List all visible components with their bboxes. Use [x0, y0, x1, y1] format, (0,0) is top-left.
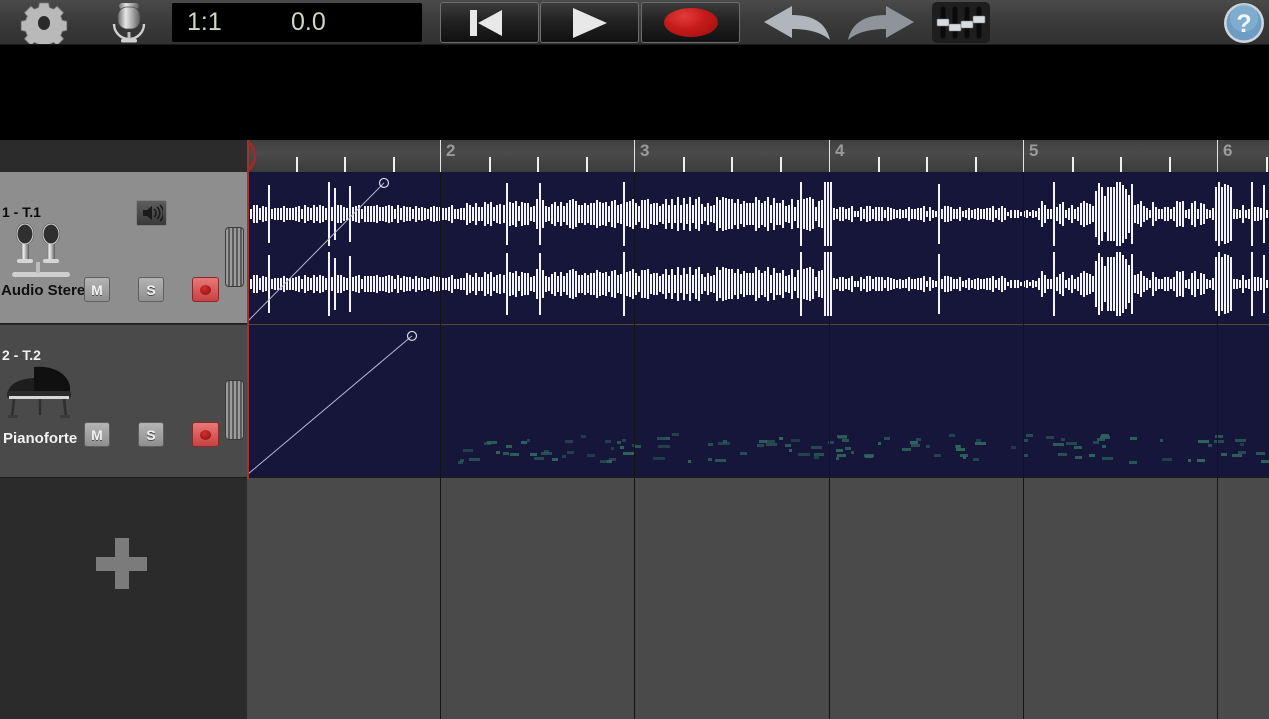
ruler-subdivision-tick [975, 157, 977, 172]
track-2-solo-button[interactable]: S [138, 422, 164, 447]
mixer-button[interactable] [932, 2, 990, 43]
ruler-bar-number: 6 [1223, 141, 1232, 161]
ruler-subdivision-tick [1169, 157, 1171, 172]
ruler-subdivision-tick [683, 157, 685, 172]
record-button[interactable] [641, 2, 740, 43]
ruler-subdivision-tick [1266, 157, 1268, 172]
track-2-resize-grip[interactable] [225, 380, 244, 440]
timecode-position: 1:1 [187, 8, 222, 37]
timecode-time: 0.0 [291, 8, 326, 37]
track-2-record-arm-button[interactable] [192, 422, 219, 447]
ruler-subdivision-tick [393, 157, 395, 172]
ruler-bar-number: 2 [446, 141, 455, 161]
automation-node [408, 331, 417, 340]
record-dot-icon [200, 430, 211, 440]
play-button[interactable] [540, 2, 639, 43]
ruler-subdivision-tick [344, 157, 346, 172]
track-header-1[interactable]: 1 - T.1 [0, 172, 247, 324]
gear-icon[interactable] [12, 2, 76, 44]
track-2-id: 2 - T.2 [2, 347, 41, 363]
automation-node [380, 178, 389, 187]
ruler-subdivision-tick [1120, 157, 1122, 172]
track-1-id: 1 - T.1 [2, 204, 41, 220]
ruler-subdivision-tick [296, 157, 298, 172]
empty-black-area [0, 45, 1269, 140]
add-track-button[interactable] [0, 479, 247, 719]
playhead[interactable] [247, 140, 249, 479]
ruler-bar-number: 3 [640, 141, 649, 161]
arrange-area[interactable] [247, 172, 1269, 719]
loop-start-marker[interactable] [247, 141, 259, 171]
arrange-grid-line [634, 172, 635, 719]
ruler-subdivision-tick [1072, 157, 1074, 172]
plus-icon [96, 538, 147, 589]
record-icon [664, 8, 718, 37]
play-icon [573, 8, 607, 38]
track-header-column: 1 - T.1 [0, 172, 247, 719]
microphone-icon[interactable] [96, 0, 162, 45]
stereo-microphones-icon [6, 220, 76, 287]
audio-clip-track-1[interactable] [247, 172, 1269, 324]
track-2-mute-button[interactable]: M [84, 422, 110, 447]
ruler-subdivision-tick [780, 157, 782, 172]
midi-clip-track-2[interactable] [247, 325, 1269, 478]
ruler-bar-line [829, 140, 830, 172]
ruler-bar-line [1217, 140, 1218, 172]
redo-button[interactable] [840, 0, 926, 45]
speaker-icon [141, 204, 163, 222]
toolbar: 1:1 0.0 [0, 0, 1269, 45]
ruler-subdivision-tick [489, 157, 491, 172]
daw-window: 1:1 0.0 [0, 0, 1269, 719]
arrange-grid-line [1023, 172, 1024, 719]
rewind-icon [470, 10, 510, 36]
ruler-bar-line [634, 140, 635, 172]
timecode-display[interactable]: 1:1 0.0 [172, 3, 422, 42]
monitor-button[interactable] [136, 200, 167, 226]
rewind-button[interactable] [440, 2, 539, 43]
arrange-grid-line [829, 172, 830, 719]
ruler-bar-number: 5 [1029, 141, 1038, 161]
track-1-resize-grip[interactable] [225, 227, 244, 287]
track-1-record-arm-button[interactable] [192, 277, 219, 302]
grand-piano-icon [4, 363, 76, 426]
track-2-name: Pianoforte [3, 430, 77, 447]
arrange-grid-line [1217, 172, 1218, 719]
arrange-grid-line [440, 172, 441, 719]
ruler-subdivision-tick [926, 157, 928, 172]
help-button[interactable]: ? [1222, 1, 1266, 45]
record-dot-icon [200, 285, 211, 295]
ruler-subdivision-tick [731, 157, 733, 172]
ruler-bar-line [440, 140, 441, 172]
track-2-automation-envelope[interactable] [247, 325, 1269, 477]
ruler-bar-line [1023, 140, 1024, 172]
undo-button[interactable] [752, 0, 838, 45]
ruler-subdivision-tick [537, 157, 539, 172]
track-1-mute-button[interactable]: M [84, 277, 110, 302]
track-header-2[interactable]: 2 - T.2 Pianoforte [0, 325, 247, 478]
help-label: ? [1236, 10, 1251, 38]
track-1-solo-button[interactable]: S [138, 277, 164, 302]
track-1-automation-envelope[interactable] [247, 172, 1269, 323]
timeline-ruler[interactable]: 2 3 4 5 6 [247, 140, 1269, 172]
ruler-bar-number: 4 [835, 141, 844, 161]
track-1-name: Audio Stereo [1, 282, 94, 299]
ruler-subdivision-tick [586, 157, 588, 172]
ruler-left-filler [0, 140, 247, 172]
ruler-subdivision-tick [878, 157, 880, 172]
